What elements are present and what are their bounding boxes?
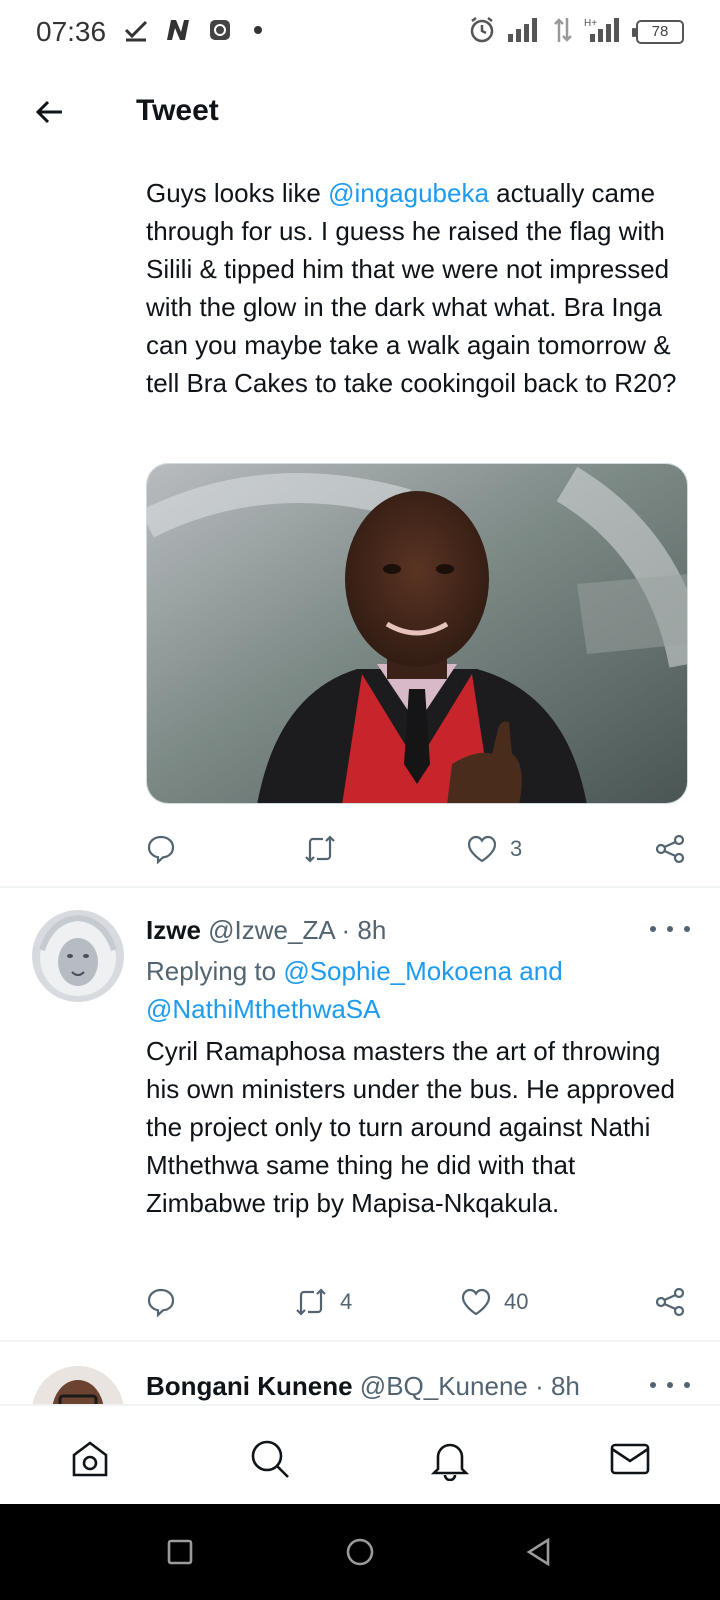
like-button[interactable]: 3 bbox=[466, 829, 522, 869]
heart-icon bbox=[461, 1288, 491, 1316]
search-icon bbox=[251, 1440, 289, 1478]
more-dot bbox=[667, 1382, 673, 1388]
checkmark-icon bbox=[124, 20, 148, 42]
more-dot bbox=[684, 1382, 690, 1388]
mention-link[interactable]: @ingagubeka bbox=[328, 178, 489, 208]
heart-icon bbox=[467, 835, 497, 863]
top-app-bar: Tweet bbox=[0, 64, 720, 162]
battery-icon: 78 bbox=[632, 20, 684, 44]
status-time: 07:36 bbox=[36, 16, 107, 47]
retweet-icon bbox=[305, 835, 335, 863]
home-icon bbox=[72, 1441, 108, 1477]
signal-icon bbox=[508, 18, 537, 42]
tweet-time: · 8h bbox=[535, 1371, 580, 1401]
data-transfer-icon bbox=[554, 18, 572, 42]
more-dot bbox=[684, 926, 690, 932]
lion-avatar-image bbox=[32, 910, 124, 1002]
reply-icon bbox=[147, 1288, 175, 1317]
more-dot bbox=[650, 926, 656, 932]
author-name[interactable]: Izwe bbox=[146, 915, 201, 945]
tweet-text-segment: actually came through for us. I guess he… bbox=[146, 178, 677, 398]
tweet-actions: 3 bbox=[146, 829, 688, 869]
photo-image bbox=[147, 464, 687, 803]
nav-home[interactable] bbox=[65, 1434, 115, 1484]
status-bar: 07:36 H+ 78 bbox=[0, 0, 720, 64]
app-badge-icon bbox=[210, 20, 230, 40]
notification-icons bbox=[124, 18, 262, 42]
mail-icon bbox=[610, 1443, 650, 1475]
bottom-navigation bbox=[0, 1404, 720, 1504]
square-icon bbox=[167, 1539, 193, 1565]
retweet-icon bbox=[296, 1288, 326, 1316]
divider bbox=[0, 1340, 720, 1342]
alarm-icon bbox=[470, 17, 494, 43]
reply-button[interactable] bbox=[146, 1282, 176, 1322]
more-dot bbox=[650, 1382, 656, 1388]
recents-button[interactable] bbox=[160, 1532, 200, 1572]
circle-icon bbox=[346, 1538, 374, 1566]
news-app-icon bbox=[167, 20, 189, 40]
retweet-count: 4 bbox=[340, 1289, 353, 1314]
retweet-button[interactable] bbox=[303, 829, 349, 869]
arrow-left-icon bbox=[35, 100, 62, 124]
system-icons: H+ bbox=[468, 16, 620, 44]
tweet-time: · 8h bbox=[341, 915, 387, 945]
share-icon bbox=[655, 834, 685, 864]
back-button[interactable] bbox=[28, 90, 72, 134]
svg-text:H+: H+ bbox=[584, 18, 597, 29]
back-nav-button[interactable] bbox=[520, 1532, 560, 1572]
nav-search[interactable] bbox=[245, 1434, 295, 1484]
triangle-back-icon bbox=[526, 1537, 550, 1567]
like-button[interactable]: 40 bbox=[460, 1282, 528, 1322]
system-navigation-bar bbox=[0, 1504, 720, 1600]
more-notifications-dot bbox=[254, 26, 262, 34]
share-icon bbox=[655, 1287, 685, 1317]
tweet-header: Izwe @Izwe_ZA · 8h bbox=[146, 915, 646, 946]
author-handle[interactable]: @Izwe_ZA bbox=[208, 915, 334, 945]
tweet-header: Bongani Kunene @BQ_Kunene · 8h bbox=[146, 1371, 646, 1402]
tweet-text: Cyril Ramaphosa masters the art of throw… bbox=[146, 1036, 675, 1218]
more-options-button[interactable] bbox=[650, 1375, 690, 1395]
tweet-actions: 4 40 bbox=[146, 1282, 688, 1322]
tweet-text-segment: Guys looks like bbox=[146, 178, 329, 208]
share-button[interactable] bbox=[654, 1282, 686, 1322]
replying-label: Replying to bbox=[146, 956, 284, 986]
bell-icon bbox=[430, 1443, 470, 1481]
share-button[interactable] bbox=[654, 829, 686, 869]
like-count: 3 bbox=[510, 836, 523, 861]
retweet-button[interactable]: 4 bbox=[294, 1282, 352, 1322]
home-button[interactable] bbox=[340, 1532, 380, 1572]
author-name[interactable]: Bongani Kunene bbox=[146, 1371, 353, 1401]
replying-to: Replying to @Sophie_Mokoena and @NathiMt… bbox=[146, 952, 666, 1028]
avatar[interactable] bbox=[32, 910, 124, 1002]
author-handle[interactable]: @BQ_Kunene bbox=[360, 1371, 528, 1401]
nav-messages[interactable] bbox=[605, 1434, 655, 1484]
page-title: Tweet bbox=[136, 94, 219, 127]
more-options-button[interactable] bbox=[650, 919, 690, 939]
nav-notifications[interactable] bbox=[425, 1434, 475, 1484]
tweet-text: Guys looks like @ingagubeka actually cam… bbox=[146, 174, 686, 402]
signal-h-plus-icon: H+ bbox=[584, 18, 619, 42]
divider bbox=[0, 886, 720, 888]
tweet-photo[interactable] bbox=[146, 463, 688, 804]
more-dot bbox=[667, 926, 673, 932]
reply-icon bbox=[147, 835, 175, 864]
reply-button[interactable] bbox=[146, 829, 176, 869]
like-count: 40 bbox=[504, 1289, 529, 1314]
